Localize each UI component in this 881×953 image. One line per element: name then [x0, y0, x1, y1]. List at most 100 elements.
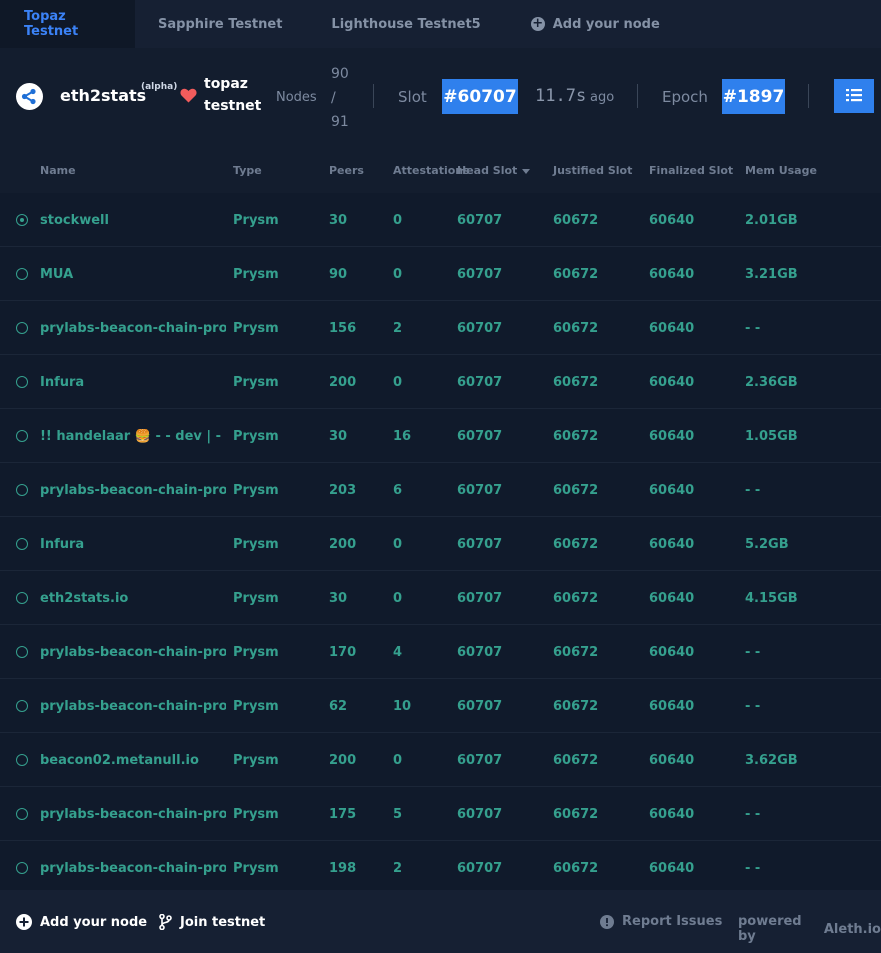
- add-your-node-link[interactable]: Add your node: [16, 914, 147, 930]
- cell-head-slot: 60707: [457, 213, 503, 228]
- cell-finalized-slot: 60640: [649, 483, 695, 498]
- tab-label: Add your node: [552, 16, 660, 32]
- tab-sapphire-testnet[interactable]: Sapphire Testnet: [135, 0, 306, 48]
- cell-finalized-slot: 60640: [649, 861, 695, 876]
- radio-circle-icon[interactable]: [16, 700, 28, 712]
- eth2stats-logo-icon: [16, 83, 43, 110]
- table-row[interactable]: prylabs-beacon-chain-prod-0 Prysm 156 2 6070…: [0, 301, 881, 355]
- divider: [373, 84, 374, 108]
- cell-head-slot: 60707: [457, 591, 503, 606]
- radio-circle-icon[interactable]: [16, 268, 28, 280]
- nodes-count: 90 / 91: [331, 62, 351, 134]
- table-row[interactable]: Infura Prysm 200 0 60707 60672 60640 5.2GB: [0, 517, 881, 571]
- table-row[interactable]: prylabs-beacon-chain-prod-6 Prysm 170 4 6070…: [0, 625, 881, 679]
- tab-add-your-node[interactable]: + Add your node: [505, 0, 684, 48]
- cell-peers: 30: [329, 591, 348, 606]
- cell-type: Prysm: [233, 375, 279, 390]
- cell-justified-slot: 60672: [553, 213, 599, 228]
- radio-circle-icon[interactable]: [16, 538, 28, 550]
- cell-justified-slot: 60672: [553, 645, 599, 660]
- report-issues-label: Report Issues: [622, 914, 723, 929]
- cell-type: Prysm: [233, 861, 279, 876]
- cell-head-slot: 60707: [457, 267, 503, 282]
- radio-circle-icon[interactable]: [16, 862, 28, 874]
- cell-attestations: 16: [393, 429, 412, 444]
- radio-selected-icon[interactable]: [16, 214, 28, 226]
- cell-finalized-slot: 60640: [649, 753, 695, 768]
- table-row[interactable]: Infura Prysm 200 0 60707 60672 60640 2.36GB: [0, 355, 881, 409]
- cell-name: Infura: [40, 375, 85, 390]
- table-row[interactable]: !! handelaar 🍔 - - dev | - - en... Prysm 3…: [0, 409, 881, 463]
- cell-mem-usage: 2.01GB: [745, 213, 798, 228]
- radio-circle-icon[interactable]: [16, 376, 28, 388]
- cell-mem-usage: 5.2GB: [745, 537, 789, 552]
- column-header-peers[interactable]: Peers: [329, 164, 364, 177]
- tab-label: Topaz Testnet: [24, 9, 79, 39]
- table-row[interactable]: prylabs-beacon-chain-prod-5 Prysm 203 6 6070…: [0, 463, 881, 517]
- radio-circle-icon[interactable]: [16, 484, 28, 496]
- cell-type: Prysm: [233, 213, 279, 228]
- cell-peers: 175: [329, 807, 357, 822]
- report-issues-link[interactable]: Report Issues: [600, 914, 722, 929]
- cell-justified-slot: 60672: [553, 699, 599, 714]
- sort-desc-icon: [522, 168, 531, 174]
- table-row[interactable]: prylabs-beacon-chain-prod-4 Prysm 198 2 6070…: [0, 841, 881, 890]
- table-row[interactable]: prylabs-beacon-chain-prod-7 Prysm 175 5 6070…: [0, 787, 881, 841]
- radio-circle-icon[interactable]: [16, 646, 28, 658]
- cell-justified-slot: 60672: [553, 537, 599, 552]
- cell-finalized-slot: 60640: [649, 591, 695, 606]
- column-header-name[interactable]: Name: [40, 164, 76, 177]
- radio-circle-icon[interactable]: [16, 808, 28, 820]
- cell-attestations: 2: [393, 321, 403, 336]
- radio-circle-icon[interactable]: [16, 754, 28, 766]
- powered-by: powered by Aleth.io: [738, 914, 881, 944]
- table-row[interactable]: eth2stats.io Prysm 30 0 60707 60672 60640 4.15G…: [0, 571, 881, 625]
- powered-by-link[interactable]: Aleth.io: [824, 922, 881, 937]
- cell-peers: 30: [329, 213, 348, 228]
- cell-type: Prysm: [233, 267, 279, 282]
- cell-head-slot: 60707: [457, 753, 503, 768]
- cell-peers: 170: [329, 645, 357, 660]
- cell-attestations: 4: [393, 645, 403, 660]
- heart-icon: [180, 88, 197, 107]
- column-header-justified-slot[interactable]: Justified Slot: [553, 164, 632, 177]
- cell-finalized-slot: 60640: [649, 807, 695, 822]
- column-header-head-slot[interactable]: Head Slot: [457, 164, 531, 177]
- column-header-label: Head Slot: [457, 164, 518, 177]
- cell-finalized-slot: 60640: [649, 537, 695, 552]
- list-view-button[interactable]: [834, 79, 874, 113]
- nodes-active: 90: [331, 66, 349, 82]
- slot-badge: #60707: [442, 79, 518, 114]
- column-header-finalized-slot[interactable]: Finalized Slot: [649, 164, 733, 177]
- cell-name: stockwell: [40, 213, 109, 228]
- nodes-table-body: stockwell Prysm 30 0 60707 60672 60640 2.01GB MU…: [0, 193, 881, 890]
- radio-circle-icon[interactable]: [16, 592, 28, 604]
- cell-head-slot: 60707: [457, 483, 503, 498]
- brand-name: eth2stats: [60, 86, 147, 105]
- tab-label: Lighthouse Testnet5: [331, 16, 481, 32]
- column-header-type[interactable]: Type: [233, 164, 262, 177]
- cell-justified-slot: 60672: [553, 321, 599, 336]
- cell-type: Prysm: [233, 321, 279, 336]
- network-tabs: Topaz Testnet Sapphire Testnet Lighthous…: [0, 0, 881, 48]
- cell-attestations: 2: [393, 861, 403, 876]
- table-row[interactable]: stockwell Prysm 30 0 60707 60672 60640 2.01GB: [0, 193, 881, 247]
- tab-lighthouse-testnet5[interactable]: Lighthouse Testnet5: [306, 0, 504, 48]
- radio-circle-icon[interactable]: [16, 430, 28, 442]
- cell-mem-usage: - -: [745, 861, 761, 876]
- table-row[interactable]: prylabs-beacon-chain-prod-3 Prysm 62 10 6070…: [0, 679, 881, 733]
- cell-type: Prysm: [233, 591, 279, 606]
- tab-label: Sapphire Testnet: [158, 16, 283, 32]
- cell-type: Prysm: [233, 645, 279, 660]
- table-row[interactable]: MUA Prysm 90 0 60707 60672 60640 3.21GB: [0, 247, 881, 301]
- cell-mem-usage: 3.62GB: [745, 753, 798, 768]
- cell-peers: 200: [329, 375, 357, 390]
- column-header-mem-usage[interactable]: Mem Usage: [745, 164, 817, 177]
- tab-topaz-testnet[interactable]: Topaz Testnet: [0, 0, 135, 48]
- table-row[interactable]: beacon02.metanull.io Prysm 200 0 60707 60672 6…: [0, 733, 881, 787]
- join-testnet-link[interactable]: Join testnet: [159, 914, 265, 930]
- cell-peers: 156: [329, 321, 357, 336]
- radio-circle-icon[interactable]: [16, 322, 28, 334]
- cell-attestations: 10: [393, 699, 412, 714]
- info-circle-icon: [600, 914, 614, 929]
